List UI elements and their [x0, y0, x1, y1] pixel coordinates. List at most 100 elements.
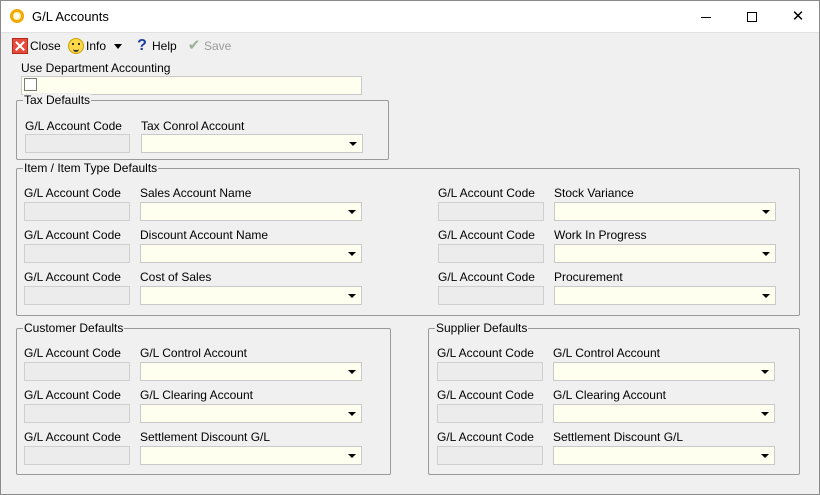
chevron-down-icon — [348, 370, 356, 374]
supplier-control-account-select[interactable] — [553, 362, 775, 381]
supplier-clearing-account-select[interactable] — [553, 404, 775, 423]
tax-gl-code-field[interactable] — [25, 134, 130, 153]
account-label: Stock Variance — [554, 186, 634, 200]
save-label: Save — [204, 39, 232, 53]
gl-code-label: G/L Account Code — [437, 430, 534, 444]
chevron-down-icon — [348, 210, 356, 214]
gl-code-label: G/L Account Code — [24, 388, 121, 402]
chevron-down-icon — [762, 210, 770, 214]
customer-clearing-account-select[interactable] — [140, 404, 362, 423]
chevron-down-icon — [761, 412, 769, 416]
supplier-defaults-group: Supplier Defaults G/L Account Code G/L C… — [428, 321, 800, 475]
account-label: Discount Account Name — [140, 228, 269, 242]
chevron-down-icon — [348, 252, 356, 256]
toolbar: Close Info ? Help ✔ Save — [1, 32, 819, 57]
cost-of-sales-gl-code-field[interactable] — [24, 286, 130, 305]
tax-defaults-group: Tax Defaults G/L Account Code Tax Conrol… — [16, 93, 389, 160]
gl-code-label: G/L Account Code — [24, 228, 121, 242]
stock-variance-gl-code-field[interactable] — [438, 202, 544, 221]
dept-accounting-label: Use Department Accounting — [21, 61, 171, 75]
info-label: Info — [86, 39, 107, 53]
gl-code-label: G/L Account Code — [437, 388, 534, 402]
close-label: Close — [30, 39, 61, 53]
account-label: Tax Conrol Account — [141, 119, 245, 133]
help-label: Help — [152, 39, 177, 53]
account-label: G/L Control Account — [553, 346, 660, 360]
gl-code-label: G/L Account Code — [24, 270, 121, 284]
dept-accounting-checkbox[interactable] — [24, 78, 37, 91]
help-button[interactable]: ? Help — [134, 36, 177, 56]
gl-code-label: G/L Account Code — [25, 119, 122, 133]
supplier-settlement-discount-select[interactable] — [553, 446, 775, 465]
gl-code-label: G/L Account Code — [438, 270, 535, 284]
account-label: G/L Clearing Account — [553, 388, 666, 402]
item-defaults-group: Item / Item Type Defaults G/L Account Co… — [16, 161, 800, 316]
procurement-gl-code-field[interactable] — [438, 286, 544, 305]
customer-control-account-select[interactable] — [140, 362, 362, 381]
chevron-down-icon — [349, 142, 357, 146]
account-label: G/L Clearing Account — [140, 388, 253, 402]
account-label: Settlement Discount G/L — [140, 430, 271, 444]
chevron-down-icon — [762, 252, 770, 256]
tax-control-account-select[interactable] — [141, 134, 363, 153]
window-title: G/L Accounts — [32, 9, 109, 24]
group-title: Customer Defaults — [23, 321, 125, 335]
gl-code-label: G/L Account Code — [438, 186, 535, 200]
cost-of-sales-select[interactable] — [140, 286, 362, 305]
customer-control-gl-code-field[interactable] — [24, 362, 130, 381]
account-label: Settlement Discount G/L — [553, 430, 684, 444]
title-bar[interactable]: G/L Accounts ✕ — [1, 1, 819, 32]
chevron-down-icon — [761, 370, 769, 374]
group-title: Item / Item Type Defaults — [23, 161, 159, 175]
customer-settlement-discount-select[interactable] — [140, 446, 362, 465]
gl-code-label: G/L Account Code — [438, 228, 535, 242]
sales-gl-code-field[interactable] — [24, 202, 130, 221]
minimize-icon — [701, 16, 711, 18]
supplier-clearing-gl-code-field[interactable] — [437, 404, 543, 423]
customer-defaults-group: Customer Defaults G/L Account Code G/L C… — [16, 321, 391, 475]
save-button[interactable]: ✔ Save — [186, 36, 232, 56]
gl-code-label: G/L Account Code — [24, 430, 121, 444]
account-label: Procurement — [554, 270, 623, 284]
gl-code-label: G/L Account Code — [437, 346, 534, 360]
gl-code-label: G/L Account Code — [24, 346, 121, 360]
account-label: G/L Control Account — [140, 346, 247, 360]
procurement-select[interactable] — [554, 286, 776, 305]
form-content: Use Department Accounting Tax Defaults G… — [1, 57, 819, 494]
group-title: Supplier Defaults — [435, 321, 529, 335]
dropdown-arrow-icon[interactable] — [114, 43, 123, 49]
group-title: Tax Defaults — [23, 93, 92, 107]
chevron-down-icon — [348, 454, 356, 458]
app-logo-icon — [10, 9, 24, 23]
customer-settlement-gl-code-field[interactable] — [24, 446, 130, 465]
info-button[interactable]: Info — [68, 36, 123, 56]
close-icon — [12, 38, 28, 54]
work-in-progress-select[interactable] — [554, 244, 776, 263]
close-icon: ✕ — [791, 8, 805, 25]
gl-code-label: G/L Account Code — [24, 186, 121, 200]
gl-accounts-window: G/L Accounts ✕ Close Info ? Help ✔ Save … — [0, 0, 820, 495]
supplier-control-gl-code-field[interactable] — [437, 362, 543, 381]
wip-gl-code-field[interactable] — [438, 244, 544, 263]
stock-variance-select[interactable] — [554, 202, 776, 221]
checkmark-icon: ✔ — [187, 37, 201, 54]
smiley-icon — [68, 38, 84, 54]
maximize-icon — [747, 12, 757, 23]
chevron-down-icon — [761, 454, 769, 458]
minimize-button[interactable] — [683, 1, 729, 32]
chevron-down-icon — [348, 294, 356, 298]
account-label: Sales Account Name — [140, 186, 252, 200]
supplier-settlement-gl-code-field[interactable] — [437, 446, 543, 465]
sales-account-select[interactable] — [140, 202, 362, 221]
close-window-button[interactable]: ✕ — [775, 1, 820, 32]
discount-gl-code-field[interactable] — [24, 244, 130, 263]
close-button[interactable]: Close — [12, 36, 61, 56]
maximize-button[interactable] — [729, 1, 775, 32]
customer-clearing-gl-code-field[interactable] — [24, 404, 130, 423]
chevron-down-icon — [348, 412, 356, 416]
help-icon: ? — [137, 37, 147, 54]
discount-account-select[interactable] — [140, 244, 362, 263]
account-label: Work In Progress — [554, 228, 647, 242]
chevron-down-icon — [762, 294, 770, 298]
account-label: Cost of Sales — [140, 270, 212, 284]
